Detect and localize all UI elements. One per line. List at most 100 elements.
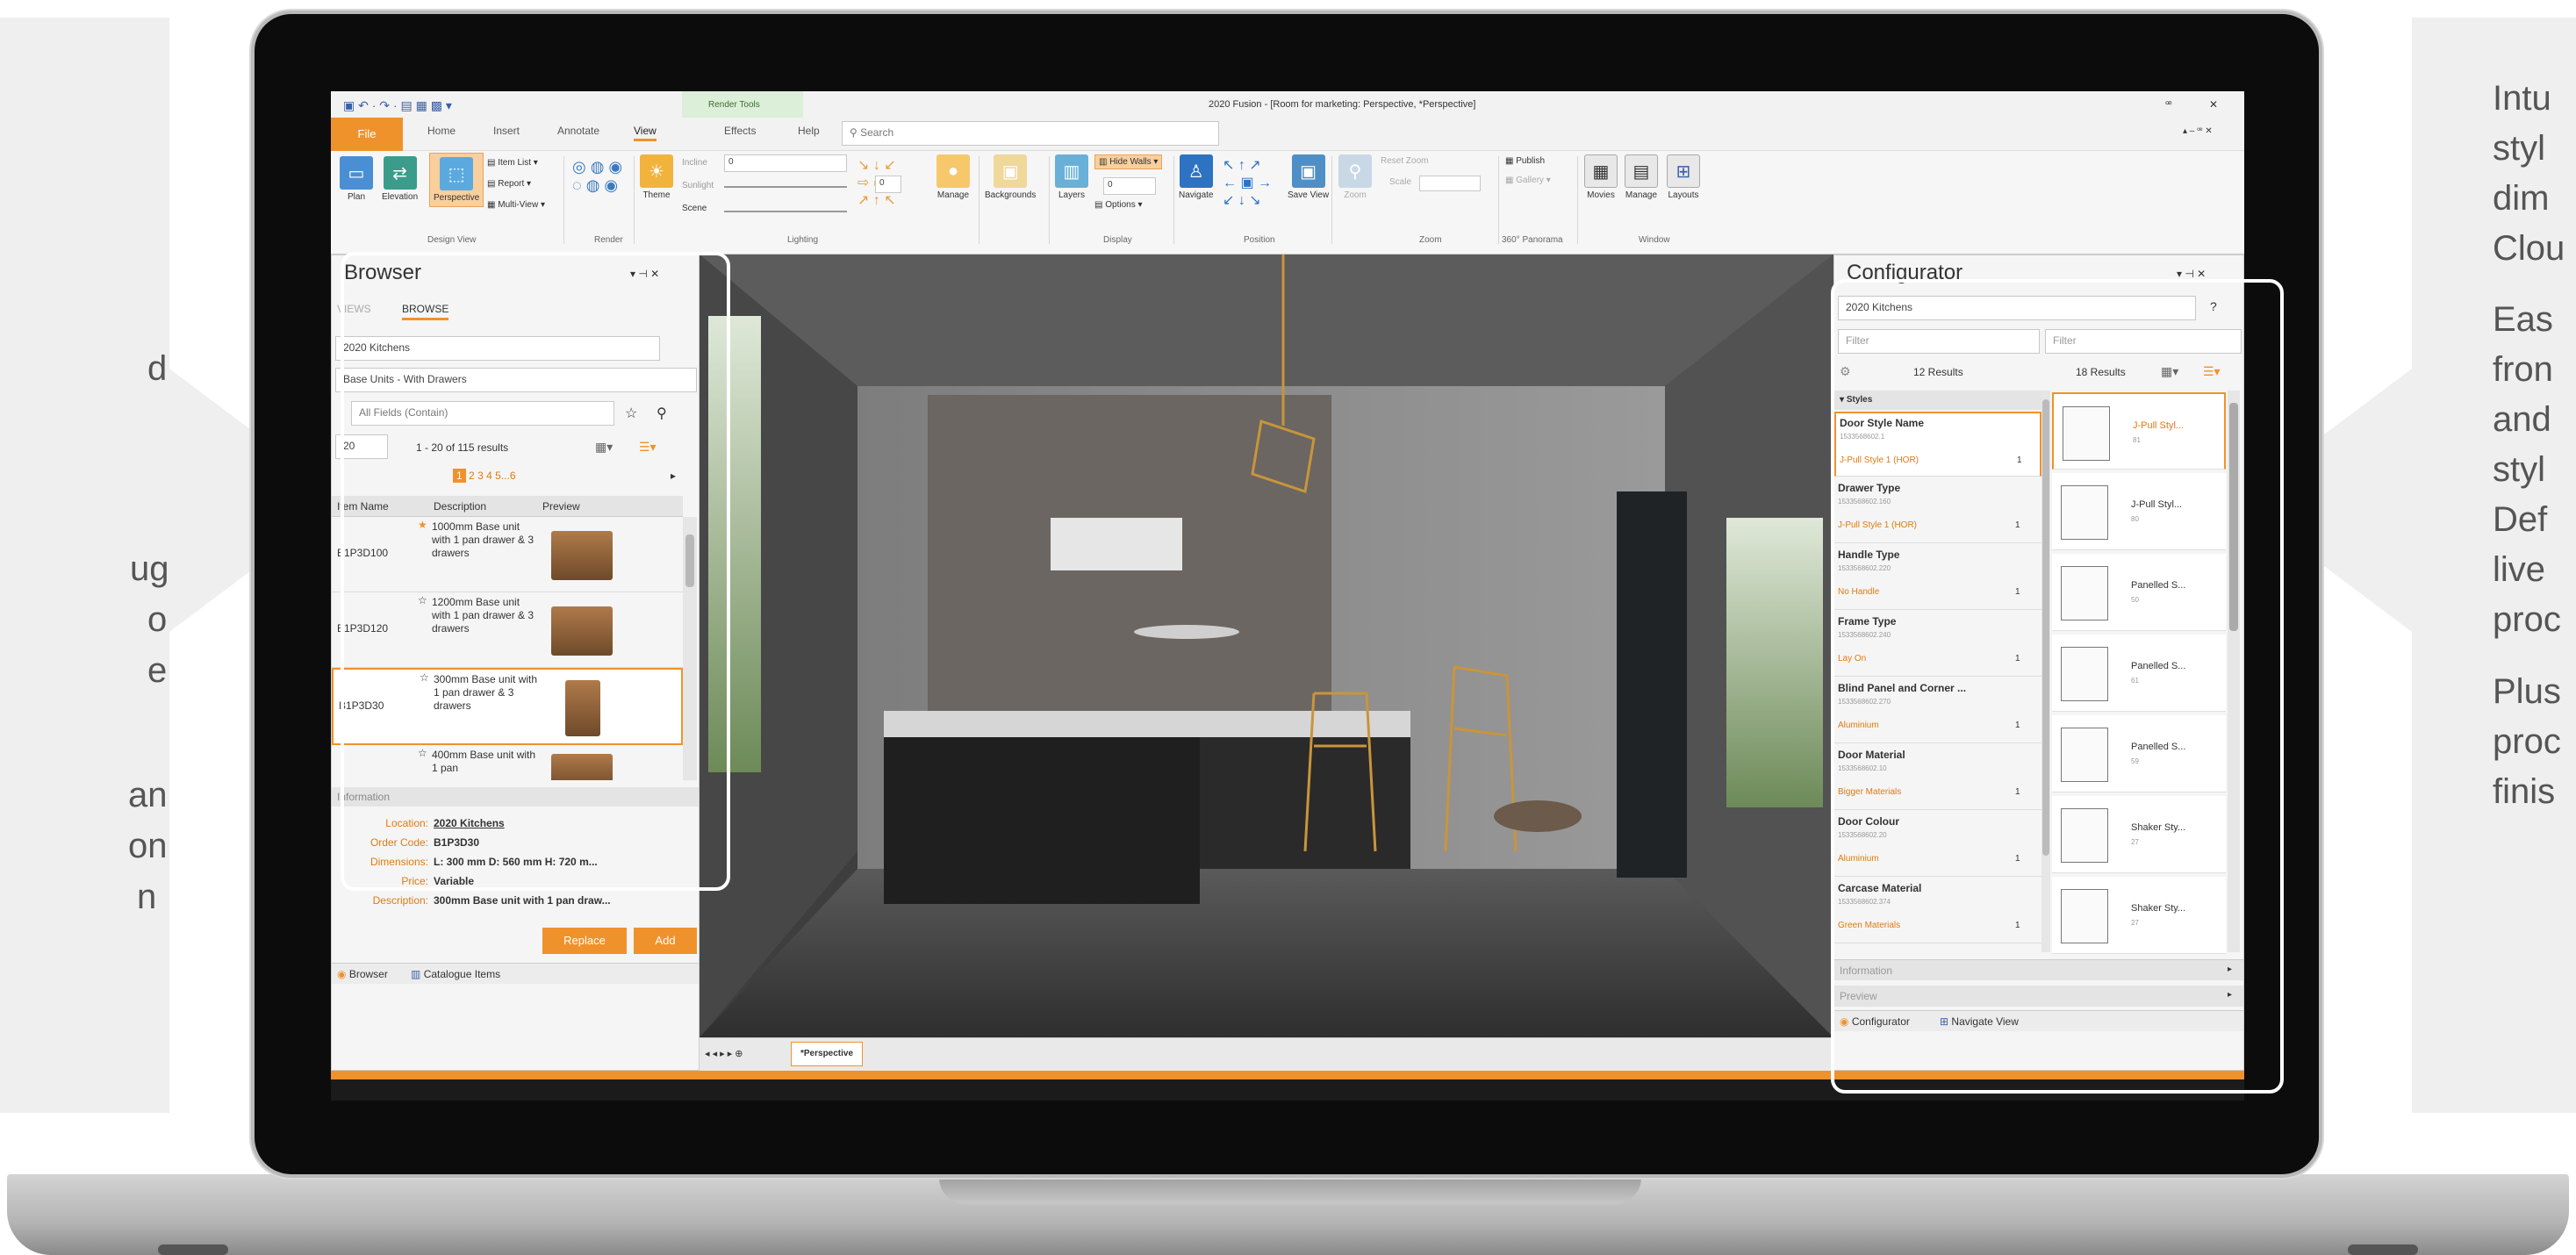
left-callout-line: e. (147, 651, 169, 690)
tab-help[interactable]: Help (798, 125, 820, 137)
report-label: Report (498, 179, 525, 189)
close-icon[interactable]: ✕ (2209, 98, 2218, 111)
sunlight-label: Sunlight (682, 181, 714, 190)
replace-button[interactable]: Replace (542, 928, 627, 954)
ribbon-tabs: Home Insert Annotate View Effects Help ⚲… (331, 118, 2244, 151)
right-callout: Intu styl dim Clou Eas fron and styl Def… (2412, 18, 2576, 1113)
ribbon-separator (1331, 156, 1332, 244)
walls-input[interactable]: 0 (1103, 177, 1156, 195)
right-callout-line: Clou (2493, 229, 2565, 268)
movies-button[interactable]: ▦ Movies (1584, 154, 1618, 200)
incline-label: Incline (682, 158, 707, 168)
ribbon-separator (1173, 156, 1174, 244)
position-arrows-icon[interactable]: ↖ ↑ ↗ ← ▣ → ↙ ↓ ↘ (1223, 156, 1272, 209)
ribbon-separator (1049, 156, 1050, 244)
add-button[interactable]: Add (634, 928, 697, 954)
browser-tab-icon: ◉ (337, 968, 347, 980)
window-title: 2020 Fusion - [Room for marketing: Persp… (1209, 99, 1476, 110)
report-button[interactable]: ▤ Report ▾ (487, 179, 531, 189)
gallery-button[interactable]: ▦ Gallery ▾ (1505, 176, 1551, 185)
hide-walls-button[interactable]: ▥ Hide Walls ▾ (1094, 154, 1163, 169)
manage-window-button[interactable]: ▤ Manage (1625, 154, 1658, 200)
tab-view[interactable]: View (634, 125, 657, 141)
save-view-icon: ▣ (1291, 154, 1325, 188)
layers-label: Layers (1058, 190, 1085, 200)
publish-button[interactable]: ▦ Publish (1505, 156, 1545, 166)
search-placeholder: Search (860, 126, 894, 139)
ribbon-collapse-icon[interactable]: ▴ – ꟹ ✕ (2183, 126, 2213, 136)
manage-lights-label: Manage (936, 190, 970, 200)
backgrounds-button[interactable]: ▣ Backgrounds (985, 154, 1036, 200)
publish-label: Publish (1516, 156, 1546, 166)
right-callout-line: Plus (2493, 672, 2561, 711)
viewport-tab-perspective[interactable]: *Perspective (791, 1042, 864, 1066)
reset-zoom-button[interactable]: Reset Zoom (1381, 156, 1428, 166)
right-callout-line: and (2493, 400, 2551, 439)
description-value: 300mm Base unit with 1 pan draw... (434, 894, 611, 907)
left-callout-line: d (147, 349, 168, 388)
layouts-icon: ⊞ (1667, 154, 1700, 188)
3d-viewport[interactable] (700, 255, 1833, 1037)
zoom-button[interactable]: ⚲ Zoom (1338, 154, 1372, 200)
quick-access-toolbar[interactable]: ▣ ↶ · ↷ · ▤ ▦ ▩ ▾ (343, 98, 452, 113)
navigate-button[interactable]: ♙ Navigate (1179, 154, 1213, 200)
tab-file[interactable]: File (331, 118, 403, 151)
footer-tab-catalogue[interactable]: ▥ Catalogue Items (411, 968, 500, 980)
hide-walls-label: Hide Walls (1109, 157, 1152, 167)
incline-input[interactable]: 0 (724, 154, 847, 172)
save-view-button[interactable]: ▣ Save View (1288, 154, 1329, 200)
navigate-label: Navigate (1179, 190, 1214, 200)
scene-slider[interactable] (724, 211, 847, 212)
right-callout-line: finis (2493, 772, 2556, 811)
backgrounds-icon: ▣ (994, 154, 1028, 188)
ribbon-separator (634, 156, 635, 244)
render-icons[interactable]: ◎ ◍ ◉ ◌ ◍ ◉ (572, 158, 622, 195)
restore-icon[interactable]: ꟹ (2165, 98, 2172, 111)
tab-annotate[interactable]: Annotate (557, 125, 599, 137)
multi-view-button[interactable]: ▦ Multi-View ▾ (487, 200, 545, 210)
context-group-label: Render Tools (708, 100, 760, 110)
right-callout-line: Intu (2493, 79, 2551, 118)
sunlight-slider[interactable] (724, 186, 847, 188)
zoom-group: Zoom (1419, 235, 1442, 245)
layouts-button[interactable]: ⊞ Layouts (1667, 154, 1700, 200)
marketing-page: d ugh o e. an on, n Intu styl dim Clou E… (0, 0, 2576, 1255)
scale-input[interactable] (1419, 176, 1481, 191)
theme-button[interactable]: ☀ Theme (640, 154, 673, 200)
plan-icon: ▭ (340, 156, 373, 190)
perspective-button[interactable]: ⬚ Perspective (429, 153, 484, 207)
panel-controls-icon[interactable]: ▾ ⊣ ✕ (2177, 268, 2206, 280)
angle-input[interactable]: 0 (875, 176, 901, 193)
search-input[interactable]: ⚲ Search (842, 121, 1219, 146)
options-button[interactable]: ▤ Options ▾ (1094, 200, 1143, 210)
movies-label: Movies (1587, 190, 1615, 200)
tab-effects[interactable]: Effects (724, 125, 756, 137)
sun-icon: ☀ (640, 154, 673, 188)
tab-home[interactable]: Home (427, 125, 456, 137)
right-callout-line: dim (2493, 179, 2550, 218)
save-view-label: Save View (1288, 190, 1330, 200)
plan-button[interactable]: ▭ Plan (340, 156, 373, 202)
elevation-button[interactable]: ⇄ Elevation (382, 156, 418, 202)
manage-lights-button[interactable]: ● Manage (936, 154, 970, 200)
right-callout-line: Eas (2493, 300, 2553, 339)
search-icon: ⚲ (850, 126, 861, 139)
browser-filler (332, 984, 699, 1070)
design-view-group: Design View (427, 235, 477, 245)
tab-insert[interactable]: Insert (493, 125, 520, 137)
window-group: Window (1639, 235, 1670, 245)
zoom-icon: ⚲ (1338, 154, 1372, 188)
scale-label: Scale (1389, 177, 1412, 187)
viewport-nav-icon[interactable]: ◂ ◂ ▸ ▸ ⊕ (705, 1048, 743, 1059)
render-group: Render (594, 235, 623, 245)
movies-icon: ▦ (1584, 154, 1618, 188)
left-callout-line: o (147, 600, 168, 639)
perspective-icon: ⬚ (440, 157, 474, 190)
item-list-button[interactable]: ▤ Item List ▾ (487, 158, 538, 168)
laptop-notch (939, 1174, 1641, 1204)
backgrounds-label: Backgrounds (985, 190, 1037, 200)
footer-tab-browser[interactable]: ◉ Browser (337, 968, 388, 980)
description-label: Description: (372, 894, 428, 907)
item-list-label: Item List (498, 158, 532, 168)
layers-button[interactable]: ▥ Layers (1055, 154, 1088, 200)
